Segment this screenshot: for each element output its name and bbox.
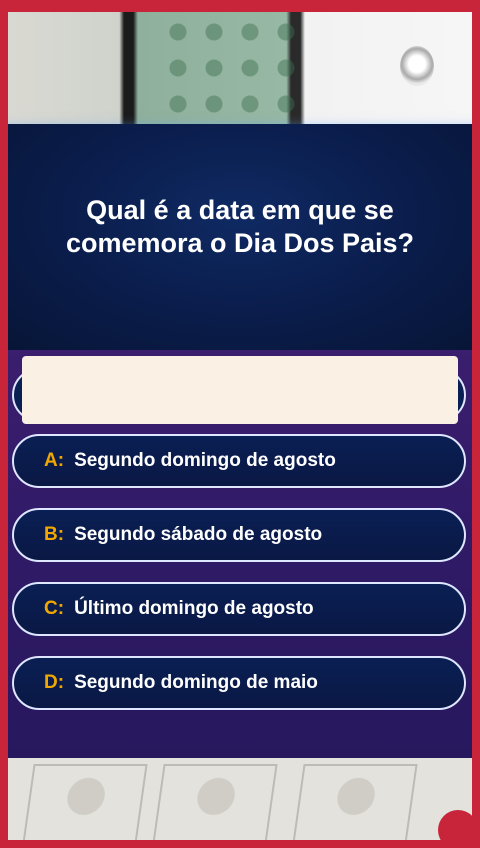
answer-b-text: Segundo sábado de agosto: [74, 524, 323, 545]
answer-a-text: Segundo domingo de agosto: [74, 450, 336, 471]
redacted-overlay: [22, 356, 458, 424]
answer-d-letter: D:: [44, 672, 65, 693]
answer-a-letter: A:: [44, 450, 65, 471]
answer-d-text: Segundo domingo de maio: [74, 672, 318, 693]
answer-b-button[interactable]: B: Segundo sábado de agosto: [12, 508, 466, 562]
question-line-1: Qual é a data em que se: [86, 195, 394, 226]
floor-tile: [152, 764, 278, 840]
answer-d-button[interactable]: D: Segundo domingo de maio: [12, 656, 466, 710]
floor-tile: [292, 764, 418, 840]
question-line-2: comemora o Dia Dos Pais?: [65, 228, 415, 258]
background-photo-bottom: [8, 758, 472, 840]
answer-c-button[interactable]: C: Último domingo de agosto: [12, 582, 466, 636]
question-panel: Qual é a data em que se comemora o Dia D…: [0, 124, 480, 353]
question-text: Qual é a data em que se comemora o Dia D…: [30, 194, 450, 260]
background-photo-top: [8, 12, 472, 124]
red-object: [438, 810, 472, 840]
answer-c-letter: C:: [44, 598, 65, 619]
answer-c-text: Último domingo de agosto: [74, 598, 314, 619]
answer-a-button[interactable]: A: Segundo domingo de agosto: [12, 434, 466, 488]
ceiling-lamp: [400, 46, 434, 86]
floor-tile: [22, 764, 148, 840]
answer-b-letter: B:: [44, 524, 65, 545]
wallpaper-pattern: [158, 12, 308, 124]
answers-area: A: Segundo domingo de agosto B: Segundo …: [0, 350, 480, 758]
